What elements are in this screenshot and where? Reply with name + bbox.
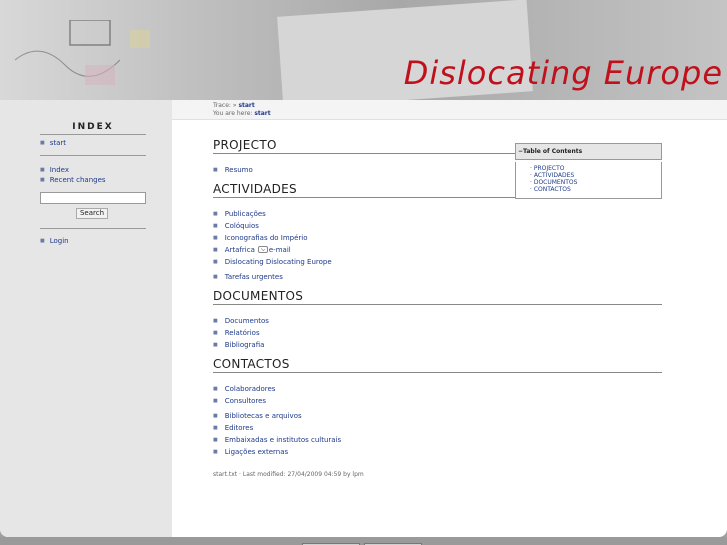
link-documentos[interactable]: Documentos [225, 317, 269, 325]
link-relatorios[interactable]: Relatórios [225, 329, 260, 337]
site-title: Dislocating Europe [403, 54, 723, 92]
section-heading-documentos: DOCUMENTOS [213, 289, 662, 305]
here-label: You are here: [213, 110, 255, 117]
toc-link-actividades[interactable]: ACTIVIDADES [534, 172, 574, 179]
link-ligacoes[interactable]: Ligações externas [225, 448, 288, 456]
sidebar-divider [40, 228, 146, 229]
list-item[interactable]: Documentos [213, 315, 269, 327]
content-frame: INDEX start Index Recent changes Search … [0, 100, 727, 537]
list-item[interactable]: Ligações externas [213, 446, 341, 458]
toc-item[interactable]: · PROJECTO [530, 165, 661, 172]
link-bibliografia[interactable]: Bibliografia [225, 341, 265, 349]
search-button[interactable]: Search [76, 208, 108, 219]
list-item[interactable]: Iconografias do Império [213, 232, 332, 244]
sidebar-heading: INDEX [40, 122, 146, 135]
list-actividades: Publicações Colóquios Iconografias do Im… [213, 208, 332, 283]
list-item[interactable]: Publicações [213, 208, 332, 220]
list-contactos: Colaboradores Consultores Bibliotecas e … [213, 383, 341, 458]
link-embaixadas[interactable]: Embaixadas e institutos culturais [225, 436, 341, 444]
table-of-contents: −Table of Contents · PROJECTO · ACTIVIDA… [515, 143, 662, 199]
link-coloquios[interactable]: Colóquios [225, 222, 259, 230]
main-content: Trace: » start You are here: start PROJE… [172, 100, 727, 537]
sidebar: INDEX start Index Recent changes Search … [0, 100, 172, 537]
page: Dislocating Europe INDEX start Index Rec… [0, 0, 727, 545]
list-item[interactable]: Editores [213, 422, 341, 434]
toc-link-contactos[interactable]: CONTACTOS [534, 186, 571, 193]
list-item[interactable]: Tarefas urgentes [213, 271, 332, 283]
trace-link[interactable]: start [238, 102, 254, 109]
list-item[interactable]: Relatórios [213, 327, 269, 339]
toc-link-documentos[interactable]: DOCUMENTOS [534, 179, 578, 186]
link-resumo[interactable]: Resumo [225, 166, 253, 174]
list-item[interactable]: Consultores [213, 395, 341, 407]
link-consultores[interactable]: Consultores [225, 397, 266, 405]
link-tarefas[interactable]: Tarefas urgentes [225, 273, 283, 281]
sidebar-nav-mid: Index Recent changes [40, 165, 106, 185]
sidebar-link-index[interactable]: Index [50, 166, 69, 174]
link-colaboradores[interactable]: Colaboradores [225, 385, 276, 393]
sidebar-nav-bottom: Login [40, 236, 69, 246]
toc-item[interactable]: · DOCUMENTOS [530, 179, 661, 186]
link-editores[interactable]: Editores [225, 424, 254, 432]
toc-link-projecto[interactable]: PROJECTO [534, 165, 565, 172]
link-email[interactable]: e-mail [269, 246, 291, 254]
sidebar-item-login[interactable]: Login [40, 236, 69, 246]
list-documentos: Documentos Relatórios Bibliografia [213, 315, 269, 351]
sidebar-link-login[interactable]: Login [50, 237, 69, 245]
list-item[interactable]: Resumo [213, 164, 253, 176]
site-banner: Dislocating Europe [0, 0, 727, 100]
breadcrumb: Trace: » start You are here: start [213, 102, 271, 118]
trace-label: Trace: » [213, 102, 239, 109]
sidebar-divider [40, 155, 146, 156]
sketch-illustration [14, 20, 150, 85]
list-item[interactable]: Dislocating Dislocating Europe [213, 256, 332, 268]
sidebar-item-recent-changes[interactable]: Recent changes [40, 175, 106, 185]
list-projecto: Resumo [213, 164, 253, 176]
list-item[interactable]: Colóquios [213, 220, 332, 232]
link-artafrica[interactable]: Artafrica [225, 246, 255, 254]
sidebar-link-start[interactable]: start [50, 139, 66, 147]
toc-item[interactable]: · ACTIVIDADES [530, 172, 661, 179]
section-heading-contactos: CONTACTOS [213, 357, 662, 373]
toc-list: · PROJECTO · ACTIVIDADES · DOCUMENTOS · … [515, 162, 662, 199]
search-input[interactable] [40, 192, 146, 204]
sidebar-link-recent-changes[interactable]: Recent changes [50, 176, 106, 184]
sidebar-item-start[interactable]: start [40, 138, 66, 148]
list-item[interactable]: Embaixadas e institutos culturais [213, 434, 341, 446]
mail-icon [257, 246, 268, 253]
list-item[interactable]: Bibliotecas e arquivos [213, 410, 341, 422]
here-link[interactable]: start [254, 110, 270, 117]
link-bibliotecas[interactable]: Bibliotecas e arquivos [225, 412, 302, 420]
toc-item[interactable]: · CONTACTOS [530, 186, 661, 193]
list-item[interactable]: Artafrica e-mail [213, 244, 332, 256]
list-item[interactable]: Colaboradores [213, 383, 341, 395]
list-item[interactable]: Bibliografia [213, 339, 269, 351]
link-dislocating[interactable]: Dislocating Dislocating Europe [225, 258, 332, 266]
sidebar-nav-top: start [40, 138, 66, 148]
toc-toggle[interactable]: −Table of Contents [515, 143, 662, 160]
link-iconografias[interactable]: Iconografias do Império [225, 234, 308, 242]
page-meta: start.txt · Last modified: 27/04/2009 04… [213, 471, 364, 478]
link-publicacoes[interactable]: Publicações [225, 210, 266, 218]
sidebar-item-index[interactable]: Index [40, 165, 106, 175]
